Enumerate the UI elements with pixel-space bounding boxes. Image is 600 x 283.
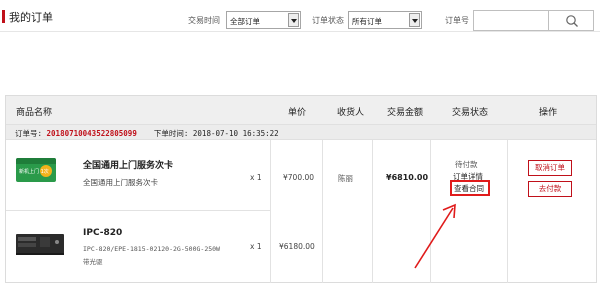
time-filter-select[interactable]: 全部订单 <box>226 11 301 29</box>
view-contract-link[interactable]: 查看合同 <box>454 183 484 194</box>
header-divider <box>0 31 600 32</box>
col-actions: 操作 <box>539 108 558 118</box>
col-unit-price: 单价 <box>288 108 307 118</box>
status-filter-label: 订单状态 <box>312 16 344 25</box>
product-price: ¥6180.00 <box>279 242 315 251</box>
order-time-label: 下单时间: <box>153 129 189 138</box>
order-number-label: 订单号: <box>15 129 43 138</box>
order-info: 订单号: 20180710043522805099 下单时间: 2018-07-… <box>15 128 279 139</box>
product-price: ¥700.00 <box>283 173 315 182</box>
product-spec: IPC-820/EPE-1815-02120-2G-500G-250W <box>83 245 220 253</box>
time-filter-label: 交易时间 <box>188 16 220 25</box>
product-name[interactable]: IPC-820 <box>83 228 122 238</box>
order-no-input[interactable] <box>473 10 549 31</box>
divider <box>372 140 373 283</box>
product-spec-extra: 带光驱 <box>83 258 103 266</box>
service-card-image[interactable]: 新机上门 1次 <box>16 158 56 182</box>
title-accent-bar <box>2 10 5 23</box>
divider <box>322 140 323 283</box>
col-amount: 交易金额 <box>387 108 424 118</box>
industrial-pc-image[interactable] <box>15 230 65 258</box>
cancel-order-button[interactable]: 取消订单 <box>528 160 572 176</box>
order-amount: ¥6810.00 <box>386 173 429 182</box>
product-qty: x 1 <box>250 173 262 182</box>
chevron-down-icon[interactable] <box>288 13 299 27</box>
status-filter-value: 所有订单 <box>352 17 382 26</box>
search-button[interactable] <box>548 10 594 31</box>
annotation-arrow-icon <box>414 203 456 269</box>
receiver-name: 陈丽 <box>338 174 353 183</box>
search-icon <box>566 15 578 27</box>
order-number: 20180710043522805099 <box>46 129 137 138</box>
col-status: 交易状态 <box>452 108 489 118</box>
pay-button[interactable]: 去付款 <box>528 181 572 197</box>
col-receiver: 收货人 <box>337 108 365 118</box>
product-subtitle: 全国通用上门服务次卡 <box>83 178 158 187</box>
time-filter-value: 全部订单 <box>230 17 260 26</box>
status-filter-select[interactable]: 所有订单 <box>348 11 422 29</box>
divider <box>270 140 271 283</box>
divider <box>507 140 508 283</box>
product-name[interactable]: 全国通用上门服务次卡 <box>83 158 173 171</box>
page-title: 我的订单 <box>9 11 53 24</box>
product-qty: x 1 <box>250 242 262 251</box>
order-time: 2018-07-10 16:35:22 <box>192 129 279 138</box>
order-no-label: 订单号 <box>445 16 469 25</box>
payment-status: 待付款 <box>455 160 478 169</box>
col-product: 商品名称 <box>16 108 53 118</box>
divider <box>6 210 271 211</box>
chevron-down-icon[interactable] <box>409 13 420 27</box>
